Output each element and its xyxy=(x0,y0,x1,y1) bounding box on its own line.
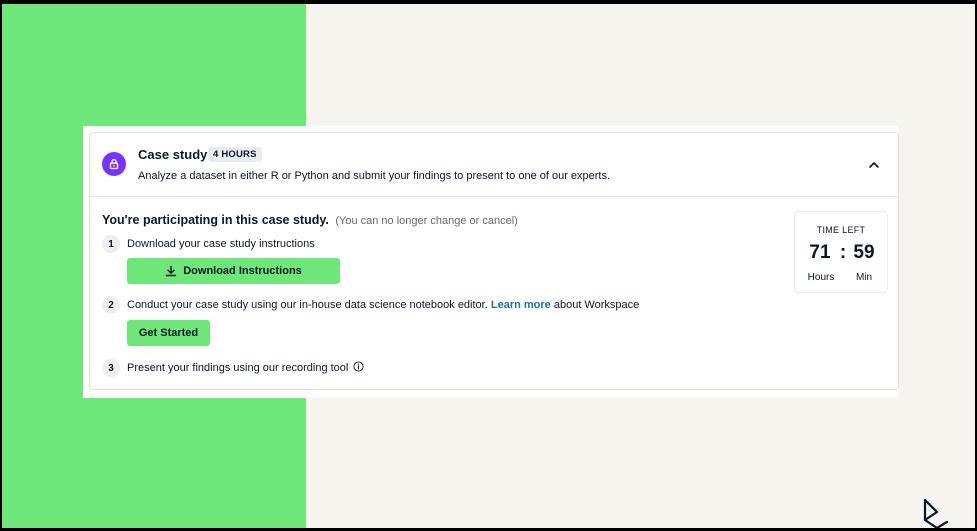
duration-badge: 4 HOURS xyxy=(208,147,262,162)
datacamp-logo xyxy=(923,498,949,528)
case-study-card: Case study 4 HOURS Analyze a dataset in … xyxy=(89,132,899,390)
timer-hours-value: 71 xyxy=(809,242,831,263)
download-instructions-label: Download Instructions xyxy=(183,265,302,277)
timer-minutes-unit: Min xyxy=(855,272,873,283)
timer-separator: : xyxy=(839,242,847,263)
step-2-text: Conduct your case study using our in-hou… xyxy=(127,299,639,311)
chevron-up-icon xyxy=(869,162,879,168)
collapse-button[interactable] xyxy=(866,157,882,173)
time-left-label: TIME LEFT xyxy=(816,225,866,235)
timer-hours-unit: Hours xyxy=(807,272,835,283)
step-3-text: Present your findings using our recordin… xyxy=(127,362,349,374)
participation-note: (You can no longer change or cancel) xyxy=(335,215,518,227)
lock-icon xyxy=(102,152,126,176)
step-1-text: Download your case study instructions xyxy=(127,238,315,250)
info-icon[interactable] xyxy=(353,361,364,372)
get-started-button[interactable]: Get Started xyxy=(127,320,210,346)
step-number-3: 3 xyxy=(102,359,120,377)
timer-minutes-value: 59 xyxy=(853,242,875,263)
step-number-1: 1 xyxy=(102,235,120,253)
participation-heading: You're participating in this case study. xyxy=(102,213,329,227)
download-instructions-button[interactable]: Download Instructions xyxy=(127,258,340,284)
step-2-text-before: Conduct your case study using our in-hou… xyxy=(127,299,488,311)
time-left-panel: TIME LEFT 71 : 59 Hours Min xyxy=(794,211,888,293)
case-study-title: Case study xyxy=(138,147,208,162)
case-study-description: Analyze a dataset in either R or Python … xyxy=(138,170,611,182)
get-started-label: Get Started xyxy=(138,327,199,339)
step-2-text-after: about Workspace xyxy=(553,299,640,311)
learn-more-link[interactable]: Learn more xyxy=(491,299,551,311)
participation-status: You're participating in this case study.… xyxy=(102,213,518,227)
page-frame: Case study 4 HOURS Analyze a dataset in … xyxy=(2,4,975,528)
case-study-header: Case study 4 HOURS Analyze a dataset in … xyxy=(90,133,898,197)
download-icon xyxy=(166,265,177,277)
step-number-2: 2 xyxy=(102,296,120,314)
